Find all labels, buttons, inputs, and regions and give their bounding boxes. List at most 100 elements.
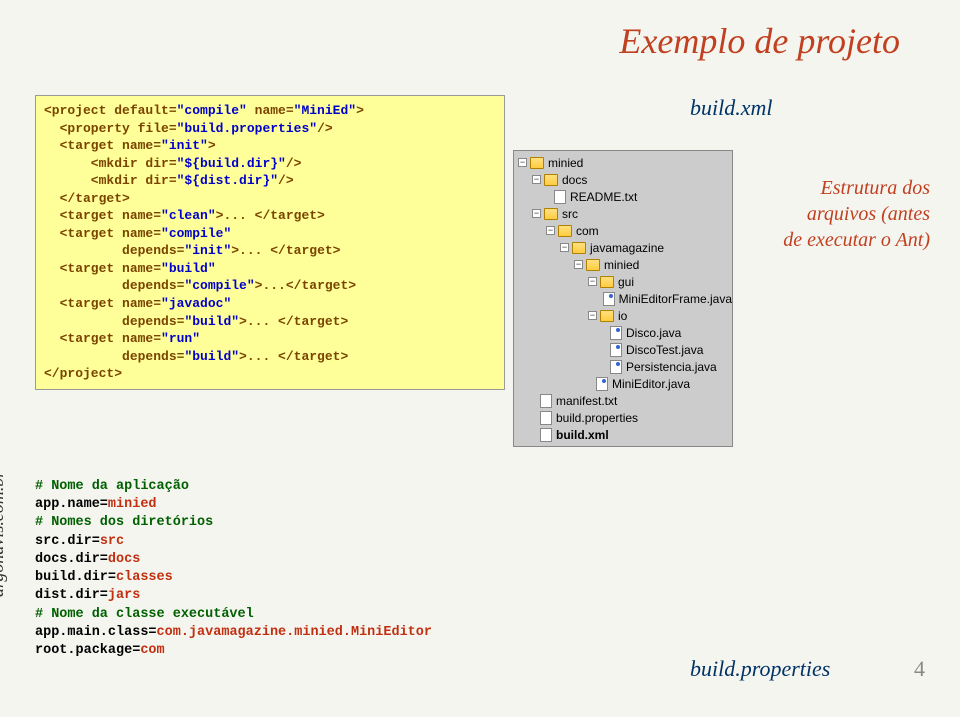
code-text: <target name= — [44, 261, 161, 276]
properties-block: # Nome da aplicação app.name=minied # No… — [35, 478, 432, 660]
tree-node-src[interactable]: − src — [514, 205, 732, 222]
code-text: >... </target> — [216, 208, 325, 223]
code-text: /> — [278, 173, 294, 188]
code-text: "compile" — [184, 278, 254, 293]
node-label: minied — [548, 156, 583, 170]
code-text: "init" — [161, 138, 208, 153]
tree-node-manifest[interactable]: manifest.txt — [514, 392, 732, 409]
tree-node-com[interactable]: − com — [514, 222, 732, 239]
tree-node-docs[interactable]: − docs — [514, 171, 732, 188]
page-number: 4 — [914, 656, 925, 682]
code-text: </project> — [44, 366, 122, 381]
file-icon — [540, 411, 552, 425]
code-text: "${dist.dir}" — [177, 173, 278, 188]
folder-icon — [600, 310, 614, 322]
expand-icon[interactable]: − — [532, 209, 541, 218]
node-label: Disco.java — [626, 326, 681, 340]
node-label: manifest.txt — [556, 394, 617, 408]
code-text: <project default= — [44, 103, 177, 118]
code-text: "compile" — [177, 103, 247, 118]
file-icon — [540, 428, 552, 442]
code-text: "init" — [184, 243, 231, 258]
prop-key: app.name= — [35, 497, 108, 512]
code-text: >... </target> — [231, 243, 340, 258]
node-label: DiscoTest.java — [626, 343, 703, 357]
folder-icon — [558, 225, 572, 237]
tree-node-io[interactable]: − io — [514, 307, 732, 324]
file-icon — [554, 190, 566, 204]
java-file-icon — [610, 326, 622, 340]
tree-node-minied[interactable]: − minied — [514, 154, 732, 171]
code-text: > — [208, 138, 216, 153]
prop-val: src — [100, 534, 124, 549]
tree-node-persistencia[interactable]: Persistencia.java — [514, 358, 732, 375]
code-text: >... </target> — [239, 314, 348, 329]
folder-icon — [600, 276, 614, 288]
code-text: name= — [247, 103, 294, 118]
code-text: </target> — [44, 191, 130, 206]
props-comment: # Nome da aplicação — [35, 478, 432, 496]
code-text: >... </target> — [239, 349, 348, 364]
tree-node-minieditorframe[interactable]: MiniEditorFrame.java — [514, 290, 732, 307]
code-text: "build.properties" — [177, 121, 317, 136]
node-label: build.xml — [556, 428, 609, 442]
tree-node-discotest[interactable]: DiscoTest.java — [514, 341, 732, 358]
tree-node-gui[interactable]: − gui — [514, 273, 732, 290]
code-text: "clean" — [161, 208, 216, 223]
prop-key: src.dir= — [35, 534, 100, 549]
expand-icon[interactable]: − — [518, 158, 527, 167]
expand-icon[interactable]: − — [588, 311, 597, 320]
prop-val: minied — [108, 497, 157, 512]
page-title: Exemplo de projeto — [619, 20, 900, 62]
node-label: com — [576, 224, 599, 238]
prop-val: com.javamagazine.minied.MiniEditor — [157, 625, 432, 640]
java-file-icon — [610, 343, 622, 357]
tree-node-readme[interactable]: README.txt — [514, 188, 732, 205]
code-text: <mkdir dir= — [44, 156, 177, 171]
code-text: <property file= — [44, 121, 177, 136]
props-comment: # Nomes dos diretórios — [35, 514, 432, 532]
prop-val: classes — [116, 570, 173, 585]
tree-node-javamagazine[interactable]: − javamagazine — [514, 239, 732, 256]
site-url: argonavis.com.br — [0, 471, 8, 597]
file-icon — [540, 394, 552, 408]
code-text: "MiniEd" — [294, 103, 356, 118]
expand-icon[interactable]: − — [588, 277, 597, 286]
expand-icon[interactable]: − — [546, 226, 555, 235]
note-l3: de executar o Ant) — [783, 229, 930, 251]
expand-icon[interactable]: − — [560, 243, 569, 252]
code-text: depends= — [44, 349, 184, 364]
expand-icon[interactable]: − — [532, 175, 541, 184]
tree-node-buildxml[interactable]: build.xml — [514, 426, 732, 443]
node-label: src — [562, 207, 578, 221]
expand-icon[interactable]: − — [574, 260, 583, 269]
code-text: depends= — [44, 278, 184, 293]
code-text: "javadoc" — [161, 296, 231, 311]
prop-val: docs — [108, 552, 140, 567]
folder-icon — [586, 259, 600, 271]
note-l2: arquivos (antes — [807, 203, 930, 225]
node-label: Persistencia.java — [626, 360, 717, 374]
build-properties-label: build.properties — [690, 656, 830, 682]
java-file-icon — [603, 292, 614, 306]
code-text: "${build.dir}" — [177, 156, 286, 171]
node-label: MiniEditorFrame.java — [619, 292, 732, 306]
java-file-icon — [596, 377, 608, 391]
tree-node-disco[interactable]: Disco.java — [514, 324, 732, 341]
code-text: "run" — [161, 331, 200, 346]
tree-node-minied-pkg[interactable]: − minied — [514, 256, 732, 273]
code-text: /> — [286, 156, 302, 171]
code-text: "build" — [161, 261, 216, 276]
code-text: > — [356, 103, 364, 118]
tree-node-minieditor[interactable]: MiniEditor.java — [514, 375, 732, 392]
tree-node-buildprops[interactable]: build.properties — [514, 409, 732, 426]
file-tree: − minied − docs README.txt − src − com −… — [513, 150, 733, 447]
node-label: minied — [604, 258, 639, 272]
code-text: <mkdir dir= — [44, 173, 177, 188]
build-xml-label: build.xml — [690, 95, 773, 121]
prop-key: build.dir= — [35, 570, 116, 585]
code-text: depends= — [44, 243, 184, 258]
code-text: "compile" — [161, 226, 231, 241]
node-label: docs — [562, 173, 587, 187]
prop-key: docs.dir= — [35, 552, 108, 567]
